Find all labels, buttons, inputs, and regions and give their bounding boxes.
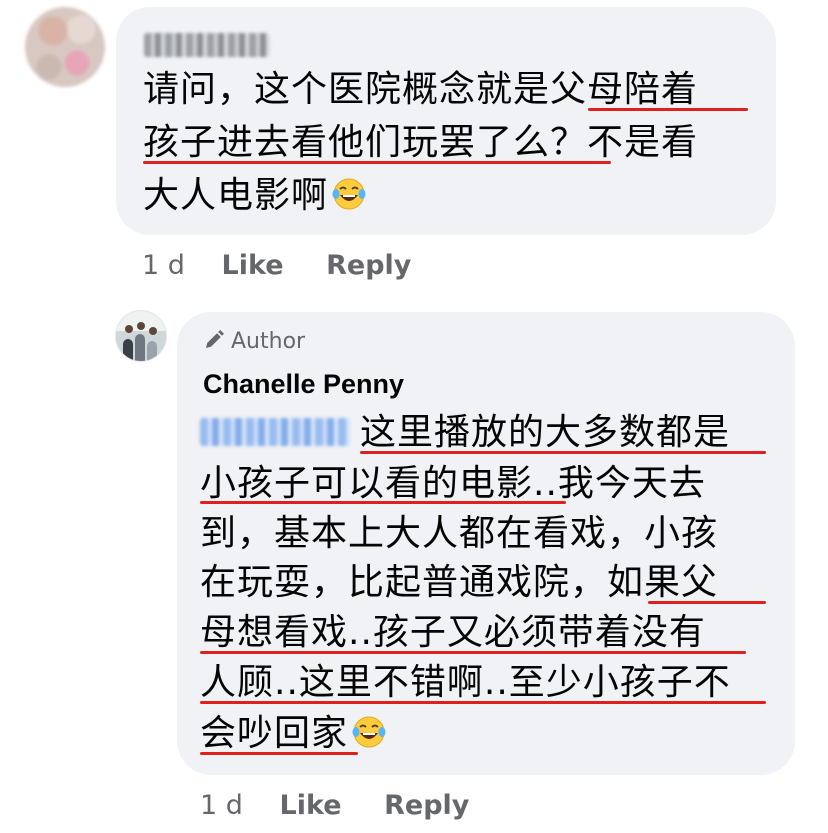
comment-text-line: 请问，这个医院概念就是父母陪着 <box>143 69 699 110</box>
like-button[interactable]: Like <box>280 790 342 821</box>
reply-text-line: 人顾..这里不错啊..至少小孩子不 <box>200 662 731 703</box>
reply-text-line: 在玩耍，比起普通戏院，如果父 <box>200 562 719 603</box>
red-underline <box>360 451 766 454</box>
red-underline <box>648 601 766 604</box>
commenter-name-blurred[interactable] <box>144 33 270 57</box>
reply-text-line: 到，基本上大人都在看戏，小孩 <box>200 513 719 554</box>
author-badge: Author <box>203 329 305 354</box>
reply-button[interactable]: Reply <box>384 790 469 821</box>
reply-text-line: 这里播放的大多数都是 <box>360 412 731 453</box>
comment-meta-bar: 1 d Like Reply <box>142 250 445 281</box>
red-underline <box>200 701 766 704</box>
mentioned-name-blurred[interactable] <box>200 418 350 446</box>
red-underline <box>200 651 746 654</box>
comment-text-line: 孩子进去看他们玩罢了么？不是看 <box>143 122 699 163</box>
reply-text-line: 小孩子可以看的电影..我今天去 <box>200 463 706 504</box>
reply-meta-bar: 1 d Like Reply <box>200 790 503 821</box>
reply-timestamp[interactable]: 1 d <box>200 790 243 821</box>
reply-text-line: 母想看戏..孩子又必须带着没有 <box>200 612 706 653</box>
commenter-avatar[interactable] <box>25 7 105 87</box>
red-underline <box>143 161 611 164</box>
comment-timestamp[interactable]: 1 d <box>142 250 185 281</box>
author-name[interactable]: Chanelle Penny <box>203 369 404 400</box>
laughing-emoji-icon <box>352 716 386 748</box>
pencil-icon <box>206 330 224 348</box>
reply-text-line: 会吵回家 <box>200 714 386 754</box>
like-button[interactable]: Like <box>222 250 284 281</box>
comment-text-line: 大人电影啊 <box>143 176 366 216</box>
author-avatar[interactable] <box>115 310 167 362</box>
red-underline <box>200 501 566 504</box>
reply-button[interactable]: Reply <box>326 250 411 281</box>
red-underline <box>588 108 748 111</box>
red-underline <box>200 752 358 755</box>
laughing-emoji-icon <box>332 178 366 210</box>
